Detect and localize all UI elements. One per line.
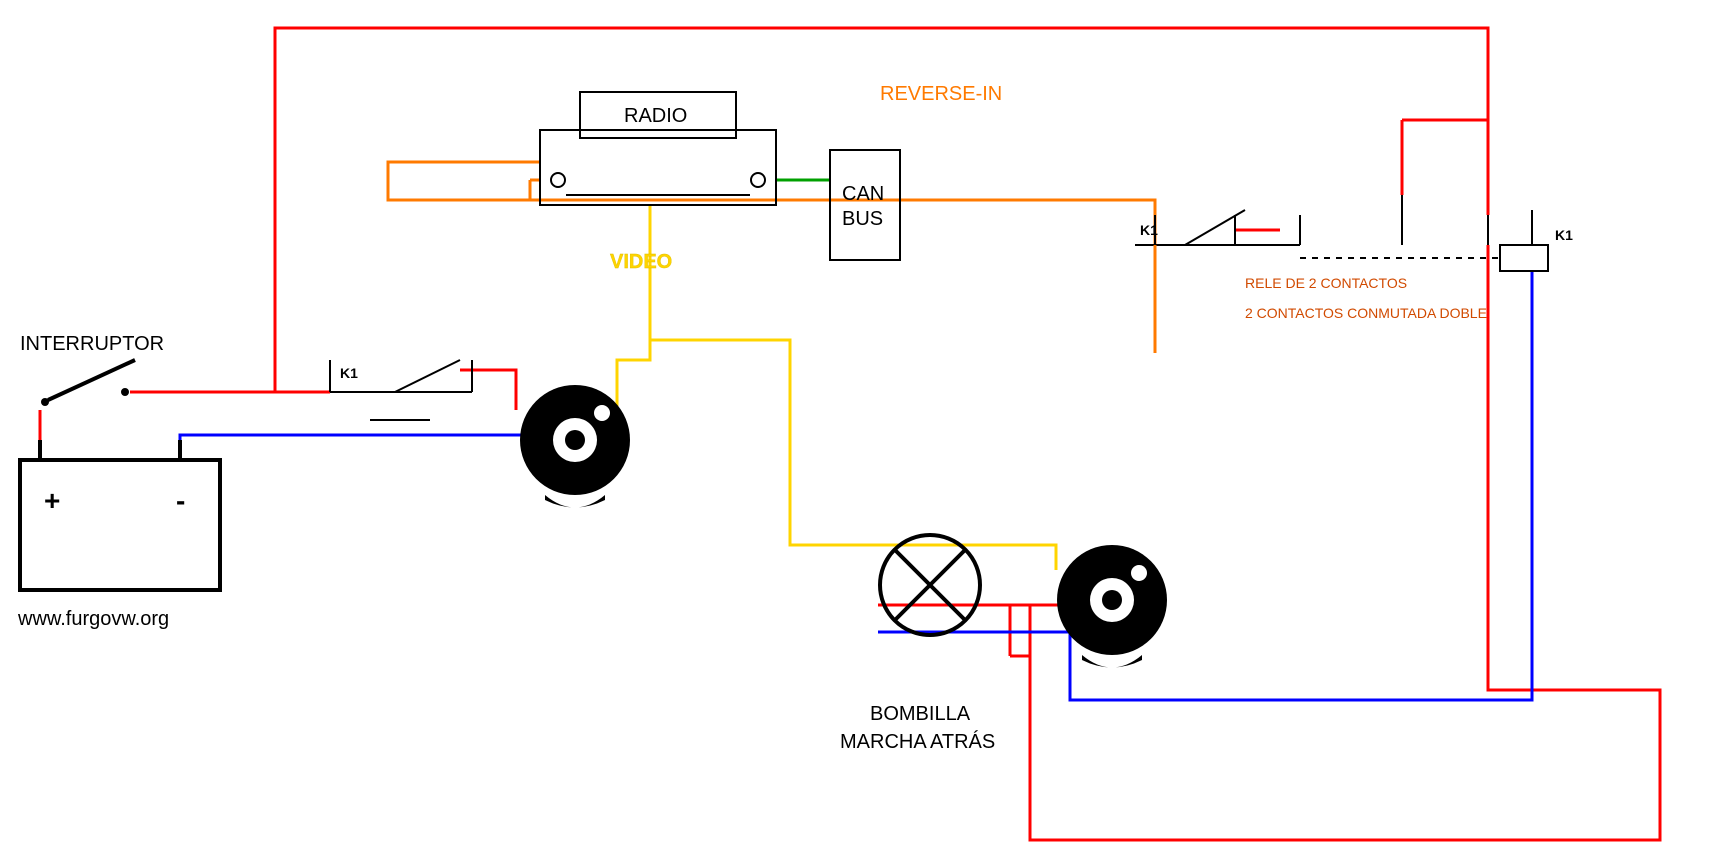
svg-text:K1: K1 xyxy=(1555,227,1573,243)
camera-1-icon xyxy=(520,385,630,508)
canbus-label-2: BUS xyxy=(842,208,883,230)
svg-text:K1: K1 xyxy=(1140,222,1158,238)
svg-text:K1: K1 xyxy=(340,365,358,381)
bombilla-label-2: MARCHA ATRÁS xyxy=(840,730,995,753)
battery: + - xyxy=(20,440,220,590)
relay-label-2: 2 CONTACTOS CONMUTADA DOBLE xyxy=(1245,305,1487,321)
reverse-lamp-icon xyxy=(878,535,980,635)
relay-label-1: RELE DE 2 CONTACTOS xyxy=(1245,275,1407,291)
radio-label: RADIO xyxy=(624,105,687,127)
camera-2-icon xyxy=(1057,545,1167,668)
canbus-unit xyxy=(830,150,900,260)
interruptor-label: INTERRUPTOR xyxy=(20,333,164,355)
k1-contact-left: K1 xyxy=(330,360,472,420)
reverse-in-label: REVERSE-IN xyxy=(880,83,1002,105)
footer-url: www.furgovw.org xyxy=(17,608,169,630)
canbus-label-1: CAN xyxy=(842,183,884,205)
wiring-diagram: + - www.furgovw.org INTERRUPTOR K1 RADIO xyxy=(0,0,1709,861)
battery-minus: - xyxy=(176,485,185,516)
video-label: VIDEO xyxy=(610,251,672,273)
relay-group: K1 K1 xyxy=(1135,195,1573,353)
interruptor-switch xyxy=(41,360,135,406)
battery-plus: + xyxy=(44,485,60,516)
bombilla-label-1: BOMBILLA xyxy=(870,703,971,725)
